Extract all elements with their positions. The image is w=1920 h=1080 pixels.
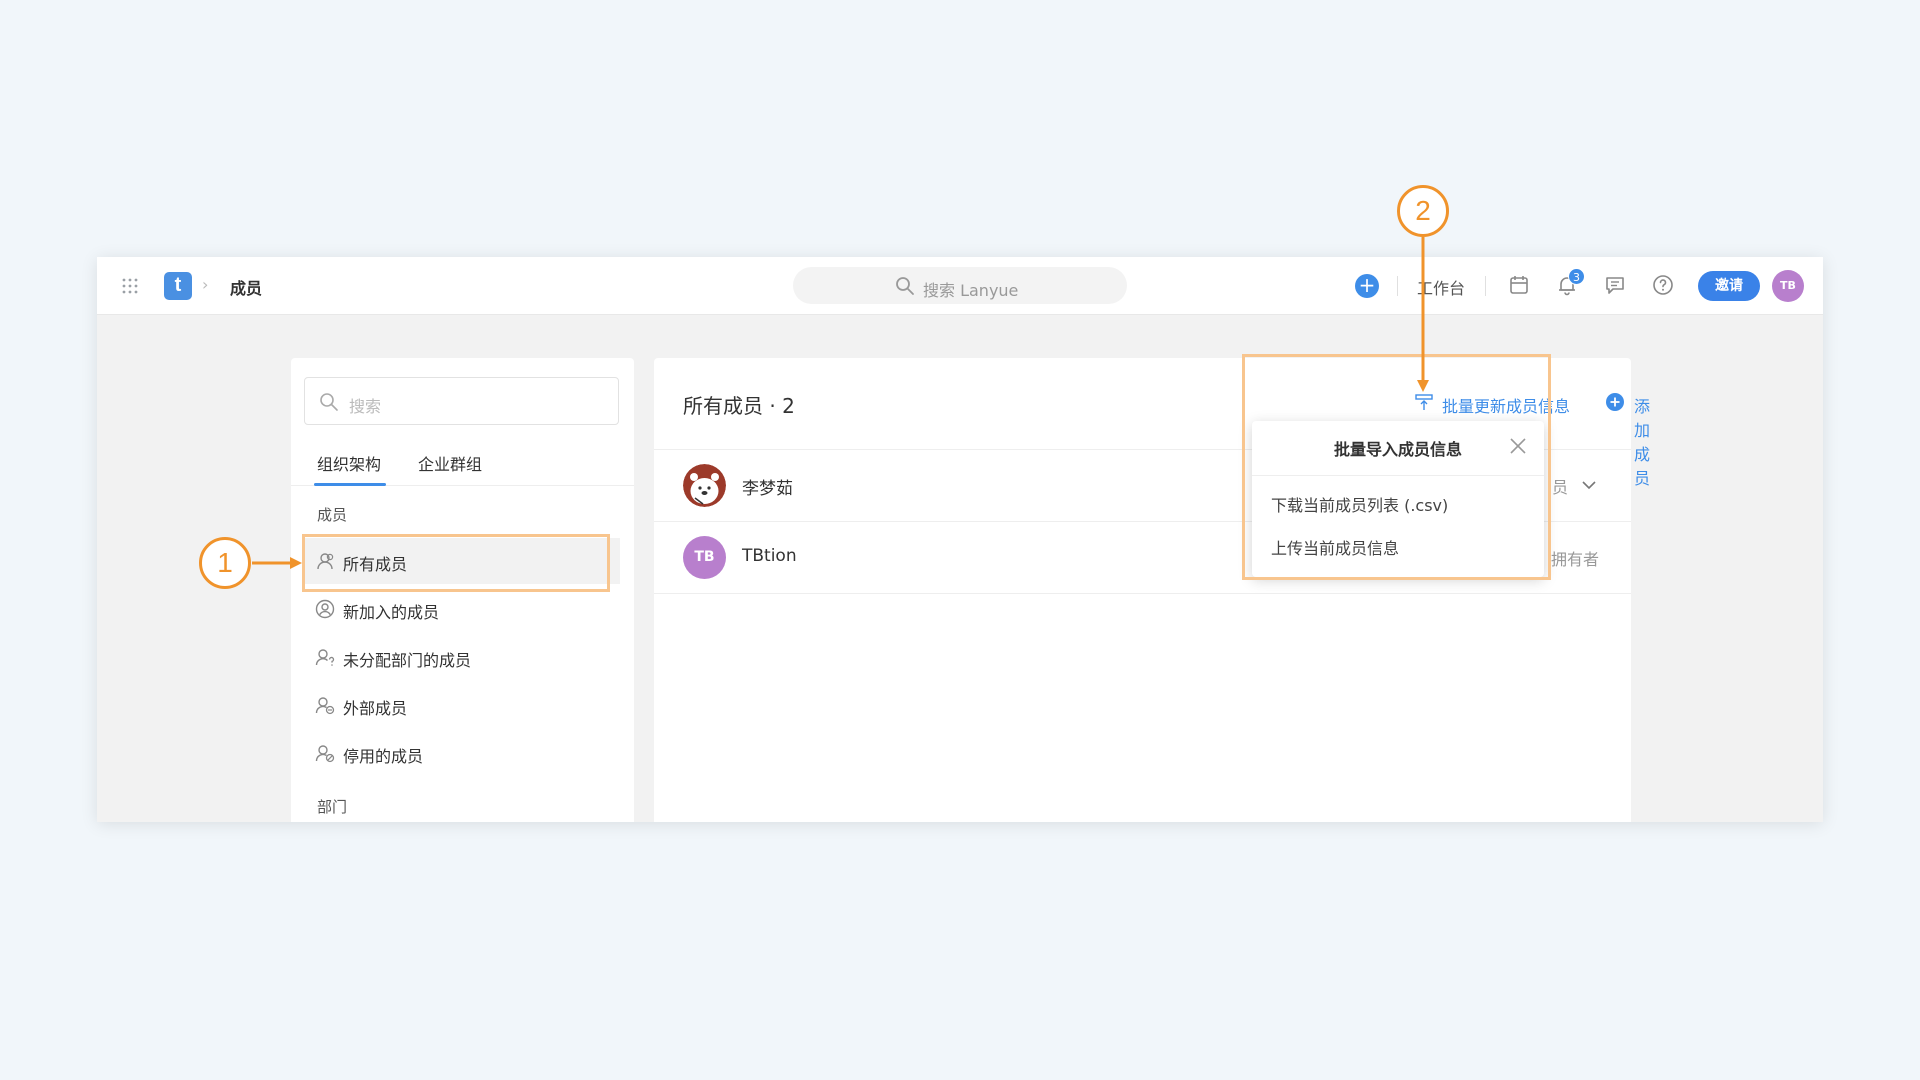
apps-grid-icon[interactable] <box>122 278 138 294</box>
sidebar-item-disabled-members[interactable]: 停用的成员 <box>303 730 620 776</box>
user-disabled-icon <box>315 745 335 763</box>
members-title: 所有成员 · 2 <box>683 394 795 418</box>
annotation-marker-1: 1 <box>199 537 251 589</box>
chevron-down-icon[interactable] <box>1580 476 1598 494</box>
sidebar-item-external-members[interactable]: 外部成员 <box>303 682 620 728</box>
sidebar-item-new-members[interactable]: 新加入的成员 <box>303 586 620 632</box>
breadcrumb-separator: › <box>202 275 209 294</box>
sidebar-search-input[interactable]: 搜索 <box>304 377 619 425</box>
bear-avatar-icon <box>683 464 726 507</box>
tab-org-structure[interactable]: 组织架构 <box>317 451 381 475</box>
search-icon <box>896 277 914 295</box>
sidebar-item-label: 新加入的成员 <box>343 603 440 622</box>
active-tab-indicator <box>314 483 386 486</box>
member-avatar <box>683 464 726 507</box>
search-placeholder: 搜索 Lanyue <box>923 281 1019 300</box>
sidebar-item-label: 未分配部门的成员 <box>343 651 472 670</box>
sidebar-item-unassigned-members[interactable]: 未分配部门的成员 <box>303 634 620 680</box>
search-icon <box>320 393 338 411</box>
sidebar-search-placeholder: 搜索 <box>349 397 382 416</box>
quick-add-button[interactable]: + <box>1355 274 1379 298</box>
member-role[interactable]: 员 <box>1552 474 1568 498</box>
help-icon[interactable] <box>1651 273 1675 297</box>
member-name: TBtion <box>742 546 797 566</box>
tab-enterprise-groups[interactable]: 企业群组 <box>418 451 482 475</box>
divider <box>1397 276 1398 296</box>
member-avatar: TB <box>683 536 726 579</box>
page-title: 成员 <box>230 279 263 298</box>
user-avatar[interactable]: TB <box>1772 270 1804 302</box>
highlight-box-2 <box>1242 354 1551 580</box>
global-search-input[interactable]: 搜索 Lanyue <box>793 267 1127 304</box>
divider <box>1485 276 1486 296</box>
section-label-departments: 部门 <box>317 798 348 816</box>
app-logo[interactable]: t <box>164 272 192 300</box>
highlight-box-1 <box>302 534 610 592</box>
sidebar-item-label: 停用的成员 <box>343 747 424 766</box>
top-bar: t › 成员 搜索 Lanyue + 工作台 3 邀请 TB <box>97 257 1823 315</box>
message-icon[interactable] <box>1603 273 1627 297</box>
annotation-marker-2: 2 <box>1397 185 1449 237</box>
user-circle-icon <box>315 599 335 619</box>
workbench-link[interactable]: 工作台 <box>1417 275 1465 299</box>
notification-badge: 3 <box>1568 268 1585 285</box>
user-external-icon <box>315 697 335 715</box>
member-role: 拥有者 <box>1551 550 1600 569</box>
invite-button[interactable]: 邀请 <box>1698 271 1760 301</box>
sidebar-item-label: 外部成员 <box>343 699 408 718</box>
add-member-button[interactable]: 添加成员 <box>1634 393 1650 489</box>
member-name: 李梦茹 <box>742 479 793 499</box>
user-question-icon <box>315 649 335 666</box>
calendar-icon[interactable] <box>1507 273 1531 297</box>
section-label-members: 成员 <box>317 506 348 524</box>
add-member-icon[interactable] <box>1605 392 1625 412</box>
sidebar-tabs: 组织架构 企业群组 <box>291 440 634 486</box>
